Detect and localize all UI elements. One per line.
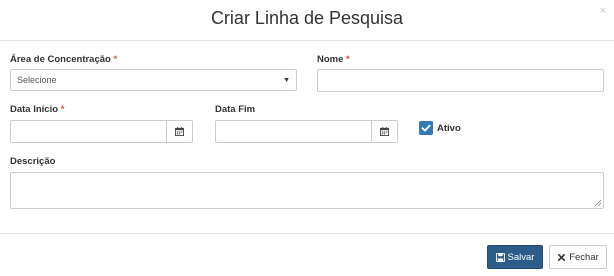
area-label-text: Área de Concentração [10,54,111,65]
data-fim-group [215,120,398,143]
modal-header: Criar Linha de Pesquisa × [0,0,614,41]
times-icon [557,253,566,262]
save-button[interactable]: Salvar [487,245,543,269]
floppy-disk-icon [495,252,505,262]
check-icon [421,124,431,132]
modal-title: Criar Linha de Pesquisa [210,8,404,28]
descricao-label: Descrição [10,156,56,167]
required-mark: * [346,54,350,65]
modal-footer: Salvar Fechar [0,233,614,276]
chevron-down-icon: ▼ [283,76,290,84]
data-inicio-input[interactable] [10,120,166,143]
ativo-checkbox[interactable] [419,121,433,135]
data-inicio-group [10,120,193,143]
data-fim-input[interactable] [215,120,371,143]
calendar-icon[interactable] [166,120,193,143]
calendar-icon[interactable] [371,120,398,143]
create-research-line-modal: Criar Linha de Pesquisa × Área de Concen… [0,0,614,276]
ativo-checkbox-group[interactable]: Ativo [419,121,461,135]
data-inicio-label-text: Data Início [10,104,59,115]
close-icon[interactable]: × [600,6,606,17]
descricao-textarea[interactable] [10,172,604,209]
close-button[interactable]: Fechar [549,245,607,269]
area-select[interactable]: Selecione ▼ [10,69,297,91]
data-inicio-label: Data Início * [10,104,64,115]
data-fim-label: Data Fim [215,104,256,115]
save-button-label: Salvar [507,251,535,263]
required-mark: * [113,54,118,65]
nome-input[interactable] [317,69,604,92]
nome-label: Nome * [317,54,350,65]
ativo-label: Ativo [437,122,461,134]
area-label: Área de Concentração * [10,54,117,65]
area-select-value: Selecione [17,75,57,85]
nome-label-text: Nome [317,54,344,65]
required-mark: * [60,104,65,115]
close-button-label: Fechar [569,251,599,263]
resize-handle-icon[interactable] [595,200,601,206]
